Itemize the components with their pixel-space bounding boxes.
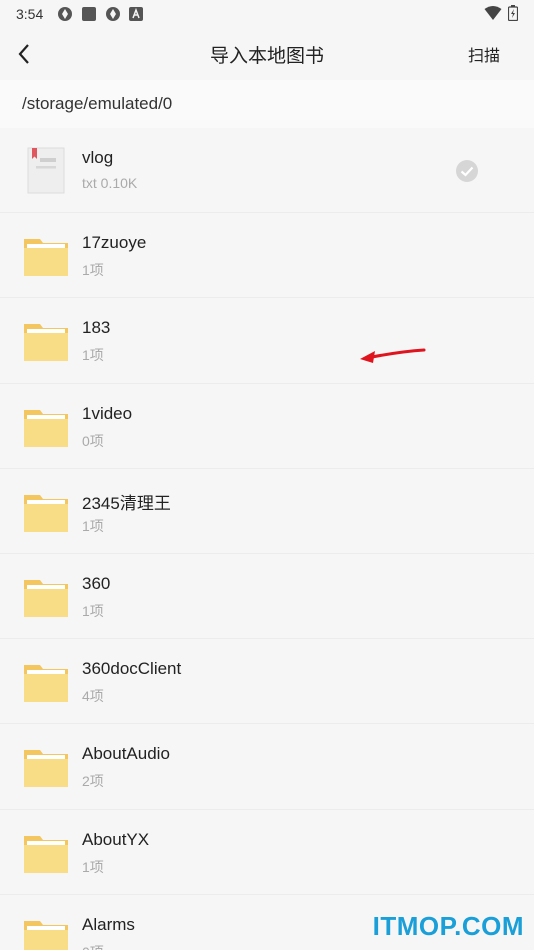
item-name: 360docClient <box>82 659 182 679</box>
folder-icon <box>22 742 70 790</box>
item-meta: 1项 <box>82 602 104 619</box>
item-name: AboutYX <box>82 829 150 849</box>
selected-check-icon[interactable] <box>455 159 479 183</box>
file-list: vlog txt 0.10K 17zuoye 1项 183 1项 1video … <box>0 128 534 950</box>
item-meta: 0项 <box>82 942 104 950</box>
wifi-icon <box>484 5 502 24</box>
list-item[interactable]: AboutAudio 2项 <box>0 724 534 810</box>
list-item[interactable]: AboutYX 1项 <box>0 809 534 895</box>
annotation-arrow-icon <box>360 348 426 363</box>
item-name: 2345清理王 <box>82 493 171 513</box>
item-meta: 0项 <box>82 432 104 449</box>
list-item[interactable]: 183 1项 <box>0 298 534 384</box>
folder-icon <box>22 316 70 364</box>
scan-button[interactable]: 扫描 <box>468 42 500 66</box>
list-item[interactable]: 2345清理王 1项 <box>0 468 534 554</box>
folder-icon <box>22 402 70 450</box>
back-button[interactable] <box>10 38 38 70</box>
aperture-icon <box>57 6 73 22</box>
item-meta: 1项 <box>82 858 104 875</box>
chevron-left-icon <box>18 44 29 64</box>
list-item[interactable]: 1video 0项 <box>0 383 534 469</box>
item-name: 17zuoye <box>82 233 147 253</box>
folder-icon <box>22 231 70 279</box>
item-name: 360 <box>82 573 111 593</box>
folder-icon <box>22 913 70 950</box>
item-name: 1video <box>82 403 133 423</box>
list-item[interactable]: vlog txt 0.10K <box>0 128 534 214</box>
status-right <box>484 4 519 24</box>
item-name: AboutAudio <box>82 744 170 764</box>
list-item[interactable]: 360docClient 4项 <box>0 639 534 725</box>
a-badge-icon <box>129 7 144 21</box>
item-meta: 1项 <box>82 517 104 534</box>
folder-icon <box>22 487 70 535</box>
folder-icon <box>22 572 70 620</box>
item-meta: 1项 <box>82 347 104 364</box>
status-time: 3:54 <box>16 6 44 22</box>
item-name: 183 <box>82 318 111 338</box>
app-header: 导入本地图书 扫描 <box>0 28 534 80</box>
page-title: 导入本地图书 <box>209 45 324 67</box>
item-meta: txt 0.10K <box>82 175 138 191</box>
folder-icon <box>22 657 70 705</box>
status-bar: 3:54 <box>0 0 534 28</box>
item-name: vlog <box>82 148 114 167</box>
list-item[interactable]: 360 1项 <box>0 553 534 640</box>
item-meta: 1项 <box>82 262 104 279</box>
list-item[interactable]: 17zuoye 1项 <box>0 213 534 299</box>
item-meta: 2项 <box>82 773 104 790</box>
aperture-icon-2 <box>105 6 121 22</box>
square-app-icon <box>81 6 97 22</box>
item-name: Alarms <box>82 914 135 934</box>
watermark: ITMOP.COM <box>372 911 524 941</box>
current-path: /storage/emulated/0 <box>0 80 534 128</box>
text-file-icon <box>22 146 70 194</box>
battery-icon <box>507 4 519 24</box>
item-meta: 4项 <box>82 688 104 705</box>
folder-icon <box>22 828 70 876</box>
